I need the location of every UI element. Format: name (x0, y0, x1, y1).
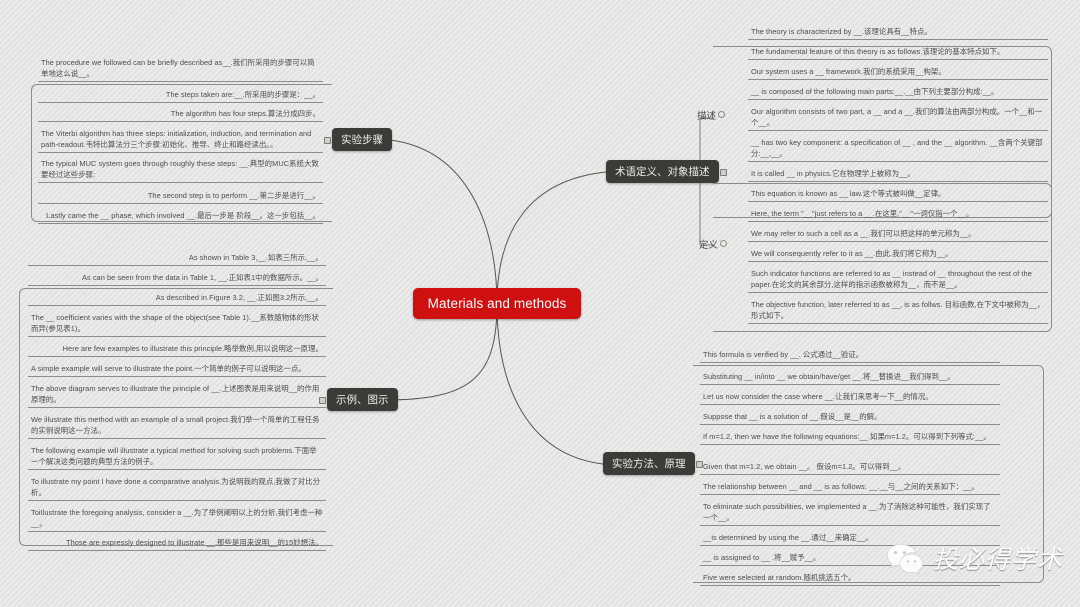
leaf-item[interactable]: The second step is to perform __.第二步是进行_… (38, 189, 323, 204)
leaf-item[interactable]: The algorithm has four steps.算法分成四步。 (38, 107, 323, 122)
leaf-item[interactable]: The relationship between __ and __ is as… (700, 480, 1000, 495)
leaf-item[interactable]: To illustrate my point I have done a com… (28, 475, 326, 501)
root-node-label: Materials and methods (427, 296, 567, 311)
leaf-item[interactable]: We illustrate this method with an exampl… (28, 413, 326, 439)
leaf-item[interactable]: The steps taken are:__.所采用的步骤是：__。 (38, 88, 323, 103)
branch-label-experiment-steps: 实验步骤 (341, 134, 383, 146)
branch-node-terminology[interactable]: 术语定义、对象描述 (606, 160, 727, 183)
wechat-icon (887, 543, 923, 575)
subbranch-text-definition: 定义 (699, 240, 719, 251)
leaf-item[interactable]: Such indicator functions are referred to… (748, 267, 1048, 293)
subbranch-dot-icon (718, 111, 726, 118)
leaf-item[interactable]: The above diagram serves to illustrate t… (28, 382, 326, 408)
leaf-item[interactable]: It is called __ in physics.它在物理学上被称为__。 (748, 167, 1048, 182)
leaf-item[interactable]: The theory is characterized by __.该理论具有_… (748, 25, 1048, 40)
connector-nub-icon (719, 168, 727, 176)
branch-label-experiment-methods: 实验方法、原理 (612, 458, 686, 470)
leaf-item[interactable]: __ has two key component: a specificatio… (748, 136, 1048, 162)
leaf-item[interactable]: The __ coefficient varies with the shape… (28, 311, 326, 337)
leaf-item[interactable]: The procedure we followed can be briefly… (38, 56, 323, 82)
root-node[interactable]: Materials and methods (413, 288, 581, 319)
leaf-item[interactable]: Here are few examples to illustrate this… (28, 342, 326, 357)
leaf-item[interactable]: The objective function, later referred t… (748, 298, 1048, 324)
leaf-item[interactable]: This equation is known as __ law.这个等式被叫做… (748, 187, 1048, 202)
leaf-item[interactable]: As shown in Table 3,__.如表三所示,__。 (28, 251, 326, 266)
leaf-item[interactable]: We will consequently refer to it as __.由… (748, 247, 1048, 262)
leaf-item[interactable]: Our algorithm consists of two part, a __… (748, 105, 1048, 131)
leaf-item[interactable]: As can be seen from the data in Table 1,… (28, 271, 326, 286)
leaf-item[interactable]: The following example will illustrate a … (28, 444, 326, 470)
branch-node-experiment-methods[interactable]: 实验方法、原理 (603, 452, 703, 475)
leaf-item[interactable]: The typical MUC system goes through roug… (38, 157, 323, 183)
leaf-item[interactable]: Substituting __ in/into __ we obtain/hav… (700, 370, 1000, 385)
watermark: 投必得学术 (886, 540, 1063, 576)
leaf-item[interactable]: As described in Figure 3.2, __.正如图3.2所示,… (28, 291, 326, 306)
leaf-item[interactable]: Those are expressly designed to illustra… (28, 536, 326, 551)
leaf-item[interactable]: This formula is verified by __. 公式通过__验证… (700, 348, 1000, 363)
mindmap-canvas: Materials and methods 实验步骤 示例、图示 术语定义、对象… (0, 0, 1080, 607)
subbranch-label-definition[interactable]: 定义 (699, 237, 728, 251)
leaf-item[interactable]: Lastly came the __ phase, which involved… (38, 209, 323, 224)
leaf-item[interactable]: The Viterbi algorithm has three steps: i… (38, 127, 323, 153)
leaf-item[interactable]: A simple example will serve to illustrat… (28, 362, 326, 377)
leaf-item[interactable]: Suppose that __ is a solution of __.假设__… (700, 410, 1000, 425)
leaf-item[interactable]: Given that m=1.2, we obtain __。 假设m=1.2。… (700, 460, 1000, 475)
connector-nub-icon (324, 136, 331, 144)
leaf-item[interactable]: Our system uses a __ framework.我们的系统采用__… (748, 65, 1048, 80)
branch-label-terminology: 术语定义、对象描述 (615, 166, 710, 178)
leaf-item[interactable]: __ is composed of the following main par… (748, 85, 1048, 100)
subbranch-label-description[interactable]: 描述 (697, 108, 726, 122)
leaf-item[interactable]: If m=1.2, then we have the following equ… (700, 430, 1000, 445)
leaf-item[interactable]: To eliminate such possibilities, we impl… (700, 500, 1000, 526)
leaf-item[interactable]: Let us now consider the case where __.让我… (700, 390, 1000, 405)
leaf-item[interactable]: Here, the term "__"just refers to a __.在… (748, 207, 1048, 222)
subbranch-dot-icon (720, 240, 728, 247)
leaf-item[interactable]: We may refer to such a cell as a __.我们可以… (748, 227, 1048, 242)
branch-label-examples: 示例、图示 (336, 394, 389, 406)
leaf-item[interactable]: The fundamental feature of this theory i… (748, 45, 1048, 60)
leaf-item[interactable]: ToiIlustrate the foregoing analysis, con… (28, 506, 326, 532)
branch-node-experiment-steps[interactable]: 实验步骤 (324, 128, 392, 151)
watermark-text: 投必得学术 (933, 545, 1064, 574)
subbranch-text-description: 描述 (697, 111, 717, 122)
branch-node-examples[interactable]: 示例、图示 (319, 388, 398, 411)
